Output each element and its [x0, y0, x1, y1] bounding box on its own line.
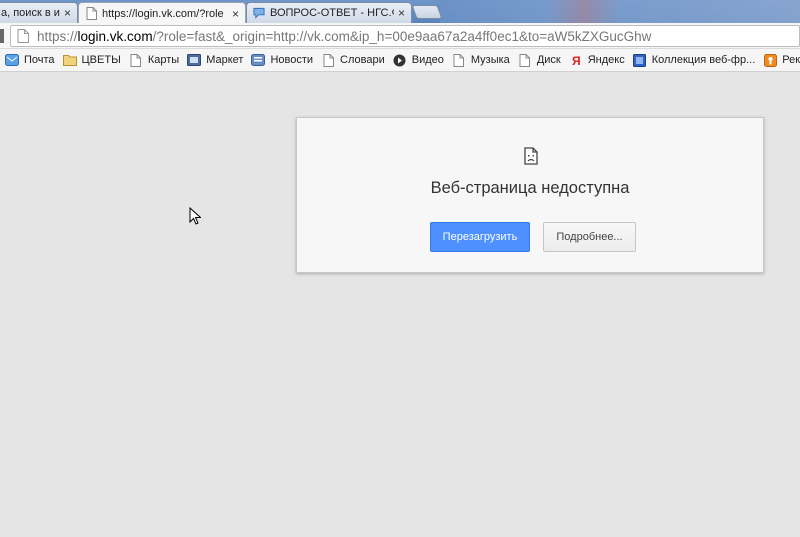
bookmark-label: Карты: [147, 54, 180, 66]
bookmark-video[interactable]: Видео: [390, 50, 449, 70]
svg-text:Я: Я: [572, 54, 581, 67]
tab-close-icon[interactable]: ×: [64, 6, 71, 20]
tab-title: ВОПРОС-ОТВЕТ - НГС.Ф: [270, 7, 394, 19]
bookmark-label: Реком: [782, 54, 800, 66]
url-host: login.vk.com: [77, 28, 153, 44]
speech-bubble-icon: [253, 7, 265, 19]
tab-title: https://login.vk.com/?role: [102, 7, 224, 20]
page-icon: [321, 53, 335, 67]
tab-ngs[interactable]: ВОПРОС-ОТВЕТ - НГС.Ф ×: [246, 2, 412, 23]
bookmark-label: Словари: [340, 54, 385, 66]
details-button[interactable]: Подробнее...: [543, 222, 636, 252]
bookmark-label: Коллекция веб-фр...: [651, 54, 756, 66]
toolbar-button-edge[interactable]: [0, 29, 4, 43]
news-icon: [251, 53, 266, 67]
tab-search[interactable]: а, поиск в ин ×: [0, 2, 78, 23]
page-icon: [17, 29, 31, 43]
page-icon: [129, 53, 143, 67]
error-dialog: Веб-страница недоступна Перезагрузить По…: [296, 117, 764, 273]
sad-page-icon: [524, 147, 538, 165]
bookmark-pochta[interactable]: Почта: [2, 50, 60, 70]
new-tab-button[interactable]: [411, 5, 443, 19]
yandex-icon: Я: [569, 53, 583, 67]
tab-vk-login[interactable]: https://login.vk.com/?role ×: [78, 2, 246, 23]
bookmark-label: Почта: [24, 54, 55, 66]
page-icon: [518, 53, 532, 67]
reload-button[interactable]: Перезагрузить: [430, 222, 530, 252]
bookmark-novosti[interactable]: Новости: [248, 50, 318, 70]
bookmark-karty[interactable]: Карты: [126, 50, 184, 70]
toolbar: https://login.vk.com/?role=fast&_origin=…: [0, 23, 800, 49]
tab-strip: а, поиск в ин × https://login.vk.com/?ro…: [0, 0, 800, 23]
bookmark-collection[interactable]: Коллекция веб-фр...: [630, 50, 761, 70]
bookmark-slovari[interactable]: Словари: [318, 50, 390, 70]
bookmark-label: Диск: [536, 54, 561, 66]
bookmark-yandex[interactable]: Я Яндекс: [566, 50, 630, 70]
tab-title: а, поиск в ин: [1, 7, 60, 19]
bookmark-label: Видео: [411, 54, 444, 66]
url-scheme: https://: [37, 28, 78, 44]
play-icon: [393, 53, 407, 67]
market-icon: [187, 53, 202, 67]
recommend-icon: [763, 53, 777, 67]
bookmark-label: Яндекс: [587, 54, 625, 66]
url-path: /?role=fast&_origin=http://vk.com&ip_h=0…: [152, 28, 652, 44]
bookmark-label: ЦВЕТЫ: [81, 54, 121, 66]
bookmark-label: Маркет: [206, 54, 244, 66]
page-icon: [452, 53, 466, 67]
bookmark-label: Музыка: [470, 54, 510, 66]
bookmark-muzyka[interactable]: Музыка: [449, 50, 515, 70]
bookmark-label: Новости: [270, 54, 314, 66]
bookmark-cvety[interactable]: ЦВЕТЫ: [60, 50, 126, 70]
tab-close-icon[interactable]: ×: [398, 6, 405, 20]
mail-icon: [5, 53, 19, 67]
page-icon: [85, 7, 97, 20]
bookmarks-bar: Почта ЦВЕТЫ Карты Маркет Новости Словари: [0, 49, 800, 72]
window-frame-background: [440, 0, 800, 23]
tab-close-icon[interactable]: ×: [232, 7, 239, 21]
bookmark-recommend[interactable]: Реком: [760, 50, 800, 70]
collection-icon: [633, 53, 647, 67]
error-title: Веб-страница недоступна: [430, 179, 630, 197]
mouse-cursor-icon: [189, 206, 202, 225]
bookmark-market[interactable]: Маркет: [184, 50, 248, 70]
bookmark-disk[interactable]: Диск: [515, 50, 566, 70]
folder-icon: [62, 53, 77, 67]
address-bar[interactable]: https://login.vk.com/?role=fast&_origin=…: [10, 25, 800, 47]
